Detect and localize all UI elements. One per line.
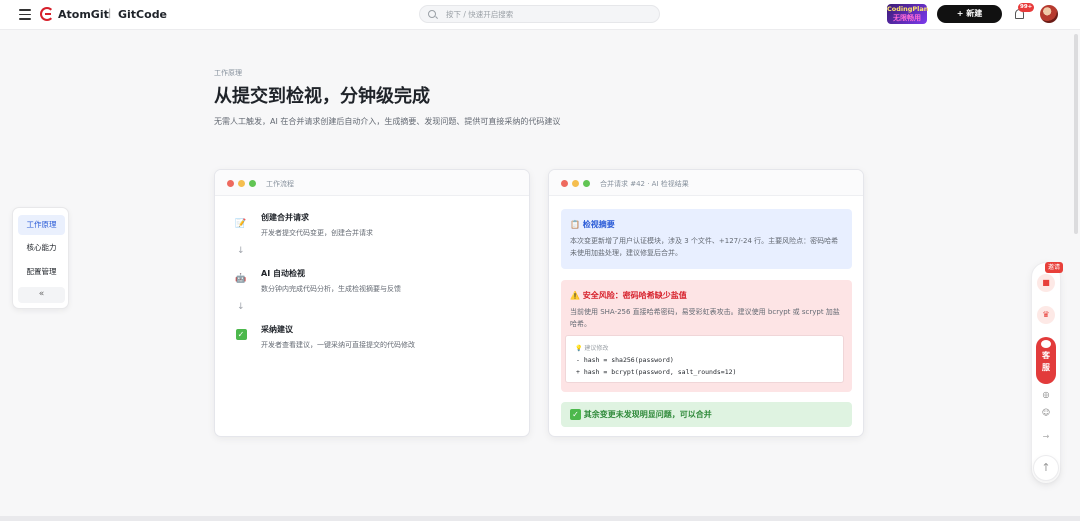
page-description: 无需人工触发，AI 在合并请求创建后自动介入，生成摘要、发现问题、提供可直接采纳… [214,117,561,126]
workflow-card-title: 工作流程 [266,180,294,188]
brand-gitcode[interactable]: GitCode [118,8,167,21]
section-side-nav: 工作原理 核心能力 配置管理 « [12,207,69,309]
invite-badge[interactable]: 邀请 [1045,262,1064,273]
window-minimize-dot-icon [572,180,579,187]
gift-icon[interactable]: ■ [1037,274,1055,292]
code-added-line: + hash = bcrypt(password, salt_rounds=12… [576,368,737,376]
summary-title: 📋 检视摘要 [570,219,615,230]
code-suggestion-box: 💡 建议修改 - hash = sha256(password) + hash … [565,335,844,383]
window-minimize-dot-icon [238,180,245,187]
check-icon: ✓ [570,409,581,420]
step-create-mr-title: 创建合并请求 [261,213,309,222]
window-maximize-dot-icon [249,180,256,187]
risk-title: ⚠️ 安全风险：密码哈希缺少盐值 [570,290,687,301]
step-create-mr-desc: 开发者提交代码变更，创建合并请求 [261,229,373,237]
side-nav-item-how-it-works[interactable]: 工作原理 [18,215,65,235]
ok-panel: ✓ 其余变更未发现明显问题，可以合并 [561,402,852,427]
scrollbar[interactable] [1074,34,1078,234]
window-close-dot-icon [561,180,568,187]
atomgit-logo-icon[interactable] [40,7,54,21]
summary-text: 本次变更新增了用户认证模块，涉及 3 个文件、+127/-24 行。主要风险点：… [570,237,839,257]
risk-title-text: 安全风险：密码哈希缺少盐值 [582,291,687,300]
brand-atomgit[interactable]: AtomGit [58,8,109,21]
window-close-dot-icon [227,180,234,187]
review-card-header: 合并请求 #42 · AI 检视结果 [549,170,863,196]
user-avatar[interactable] [1040,5,1058,23]
service-label-2: 服 [1042,363,1050,372]
arrow-right-icon[interactable]: → [1037,428,1055,446]
top-header: AtomGit | GitCode CodingPlan 无限畅用 + 新建 9… [0,0,1080,30]
review-card-title: 合并请求 #42 · AI 检视结果 [600,180,689,188]
check-mark: ✓ [235,329,247,340]
bottom-edge [0,516,1080,521]
step-ai-review-title: AI 自动检视 [261,269,305,278]
feedback-icon[interactable]: ◎ [1037,386,1055,404]
review-summary-panel: 📋 检视摘要 本次变更新增了用户认证模块，涉及 3 个文件、+127/-24 行… [561,209,852,269]
review-result-card: 合并请求 #42 · AI 检视结果 📋 检视摘要 本次变更新增了用户认证模块，… [548,169,864,437]
summary-title-text: 检视摘要 [582,220,615,229]
back-to-top-button[interactable]: ↑ [1033,455,1059,481]
trophy-icon[interactable]: ♛ [1037,306,1055,324]
collapse-nav-button[interactable]: « [18,287,65,303]
side-nav-item-core-capabilities[interactable]: 核心能力 [18,238,65,258]
service-label-1: 客 [1042,351,1050,360]
section-eyebrow: 工作原理 [214,69,242,77]
robot-icon: 🤖 [235,274,247,284]
coding-plan-promo[interactable]: CodingPlan 无限畅用 [887,4,929,24]
page-title: 从提交到检视，分钟级完成 [214,86,430,107]
workflow-card-header: 工作流程 [215,170,529,196]
menu-icon[interactable] [19,9,31,20]
clipboard-icon: 📋 [570,220,580,229]
notification-badge: 99+ [1018,3,1035,12]
search-icon [428,10,436,18]
window-maximize-dot-icon [583,180,590,187]
warning-icon: ⚠️ [570,291,580,300]
code-removed-line: - hash = sha256(password) [576,356,674,364]
side-nav-item-config-management[interactable]: 配置管理 [18,262,65,282]
arrow-down-icon: ↓ [237,246,245,256]
step-adopt-title: 采纳建议 [261,325,293,334]
search-input[interactable] [446,7,646,21]
promo-line-2: 无限畅用 [893,14,921,22]
risk-text: 当前使用 SHA-256 直接哈希密码，易受彩虹表攻击。建议使用 bcrypt … [570,308,840,328]
smile-icon[interactable]: ☺ [1037,404,1055,422]
brand-separator: | [108,8,112,19]
step-ai-review-desc: 数分钟内完成代码分析，生成检视摘要与反馈 [261,285,401,293]
arrow-down-icon: ↓ [237,302,245,312]
customer-service-button[interactable]: 客 服 [1036,337,1056,384]
search-bar[interactable] [419,5,660,23]
check-icon: ✓ [234,328,248,342]
step-adopt-desc: 开发者查看建议，一键采纳可直接提交的代码修改 [261,341,415,349]
memo-icon: 📝 [235,219,247,229]
ok-message-text: 其余变更未发现明显问题，可以合并 [583,410,712,419]
new-button[interactable]: + 新建 [937,5,1002,23]
suggestion-label: 💡 建议修改 [575,345,609,352]
promo-line-1: CodingPlan [887,5,929,13]
ok-message: ✓ 其余变更未发现明显问题，可以合并 [570,409,712,420]
workflow-card: 工作流程 📝 创建合并请求 开发者提交代码变更，创建合并请求 ↓ 🤖 AI 自动… [214,169,530,437]
